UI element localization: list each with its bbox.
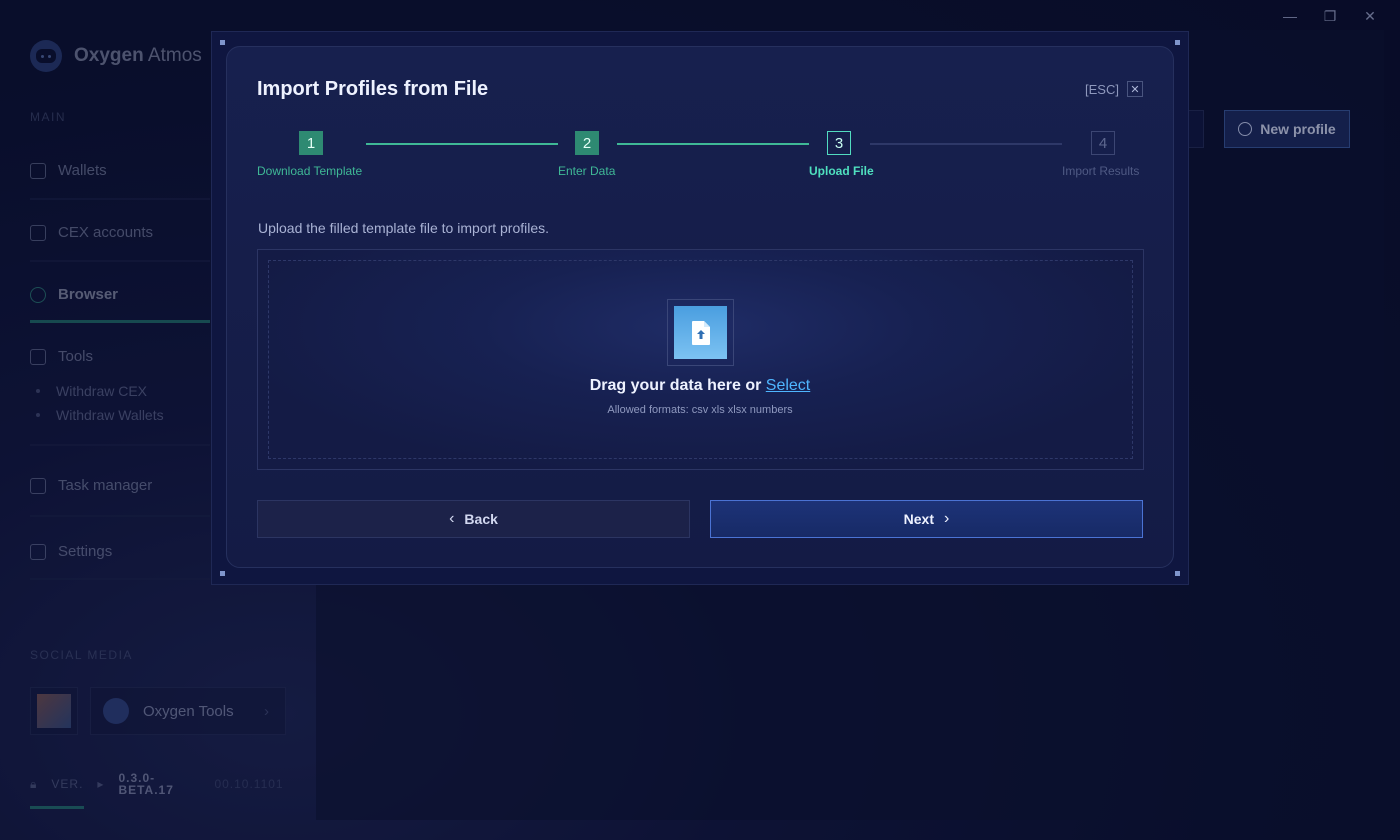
step-enter-data: 2 Enter Data — [558, 131, 615, 178]
upload-icon-frame — [667, 299, 734, 366]
step-label: Upload File — [809, 164, 874, 178]
step-number: 1 — [299, 131, 323, 155]
drag-instructions: Drag your data here or Select — [0, 377, 1400, 395]
step-number: 3 — [827, 131, 851, 155]
step-upload-file: 3 Upload File — [809, 131, 874, 178]
file-upload-icon — [674, 306, 727, 359]
chevron-left-icon: ‹ — [449, 510, 455, 527]
drag-text: Drag your data here or — [589, 377, 766, 394]
step-number: 4 — [1091, 131, 1115, 155]
step-label: Download Template — [257, 164, 363, 178]
modal-title: Import Profiles from File — [257, 78, 489, 100]
select-file-link[interactable]: Select — [766, 377, 810, 394]
upload-hint: Upload the filled template file to impor… — [258, 220, 550, 236]
next-label: Next — [903, 511, 935, 527]
step-connector — [870, 143, 1062, 145]
corner-marker — [220, 40, 225, 45]
allowed-formats: Allowed formats: csv xls xlsx numbers — [607, 404, 793, 416]
step-import-results: 4 Import Results — [1062, 131, 1139, 178]
chevron-right-icon: › — [944, 510, 950, 527]
esc-label: [ESC] — [1085, 81, 1119, 97]
back-label: Back — [464, 511, 498, 527]
back-button[interactable]: ‹ Back — [257, 500, 690, 538]
step-label: Enter Data — [558, 164, 616, 178]
corner-marker — [1175, 571, 1180, 576]
step-connector — [617, 143, 809, 145]
step-number: 2 — [575, 131, 599, 155]
step-connector — [366, 143, 558, 145]
step-download-template: 1 Download Template — [257, 131, 362, 178]
app-window: — ❐ ✕ Oxygen Atmos MAIN Wallets CEX acco… — [0, 0, 1400, 840]
corner-marker — [1175, 40, 1180, 45]
esc-close[interactable]: [ESC] ✕ — [1085, 81, 1143, 97]
corner-marker — [220, 571, 225, 576]
close-icon[interactable]: ✕ — [1126, 81, 1143, 97]
step-label: Import Results — [1062, 164, 1140, 178]
next-button[interactable]: Next › — [710, 500, 1143, 538]
